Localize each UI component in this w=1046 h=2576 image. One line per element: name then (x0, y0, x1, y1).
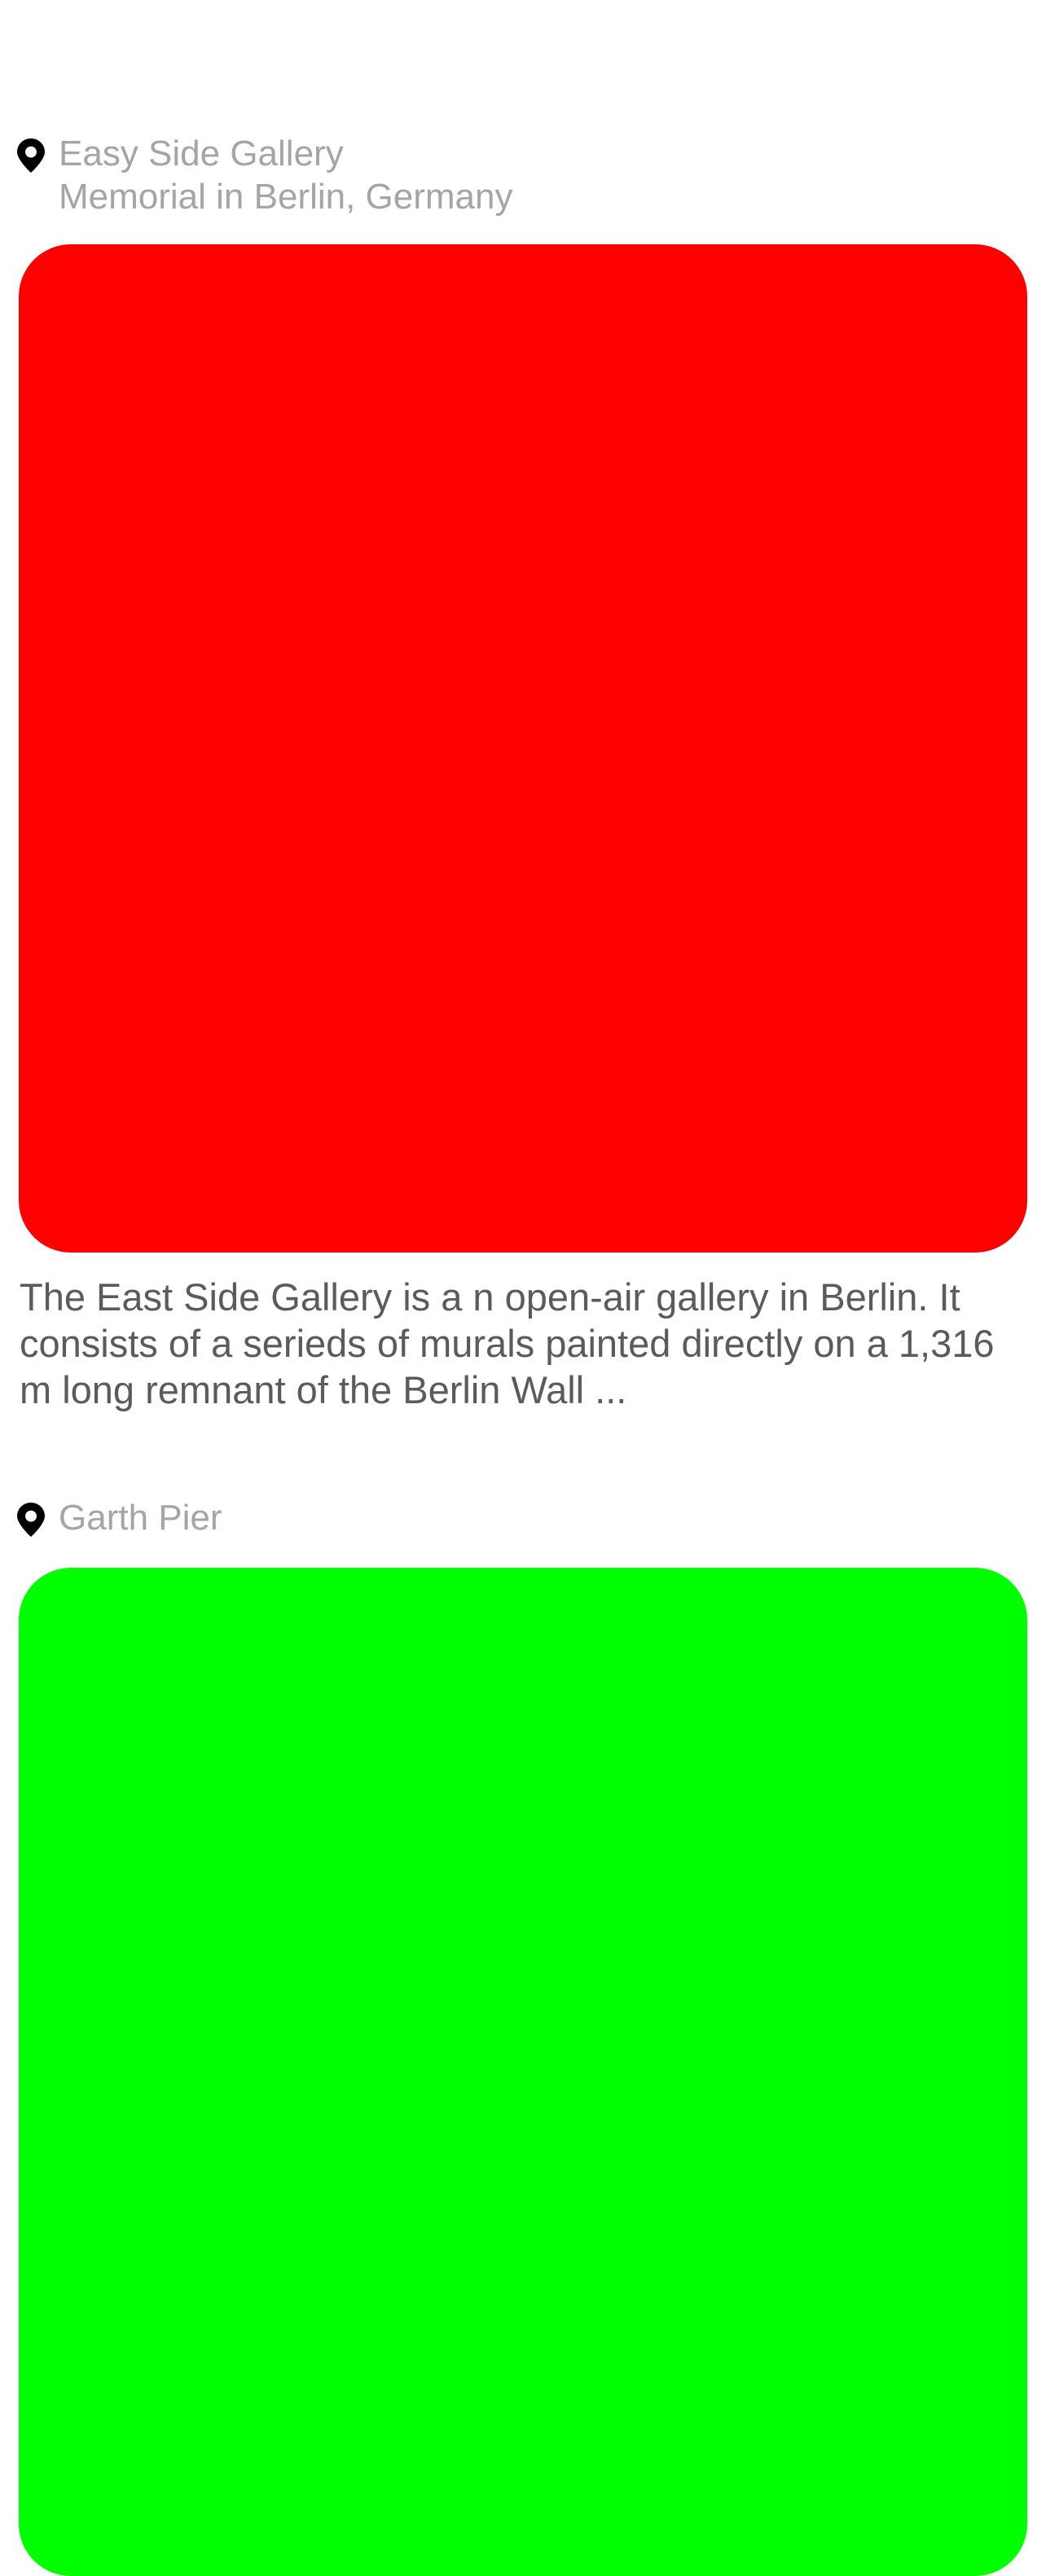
location-text: Garth Pier (59, 1496, 222, 1539)
post-card: Easy Side Gallery Memorial in Berlin, Ge… (0, 122, 1046, 1411)
map-pin-icon (17, 1503, 45, 1537)
place-name: Easy Side Gallery (59, 134, 344, 173)
location-row[interactable]: Easy Side Gallery Memorial in Berlin, Ge… (0, 122, 1046, 220)
map-pin-icon (17, 138, 45, 173)
post-description: The East Side Gallery is a n open-air ga… (20, 1275, 995, 1411)
post-card: Garth Pier (0, 1486, 1046, 2576)
post-photo[interactable] (19, 244, 1027, 1253)
location-text: Easy Side Gallery Memorial in Berlin, Ge… (59, 132, 513, 218)
post-photo[interactable] (19, 1568, 1027, 2576)
place-name: Garth Pier (59, 1498, 222, 1538)
feed: Easy Side Gallery Memorial in Berlin, Ge… (0, 0, 1046, 2576)
place-subtitle: Memorial in Berlin, Germany (59, 177, 513, 217)
